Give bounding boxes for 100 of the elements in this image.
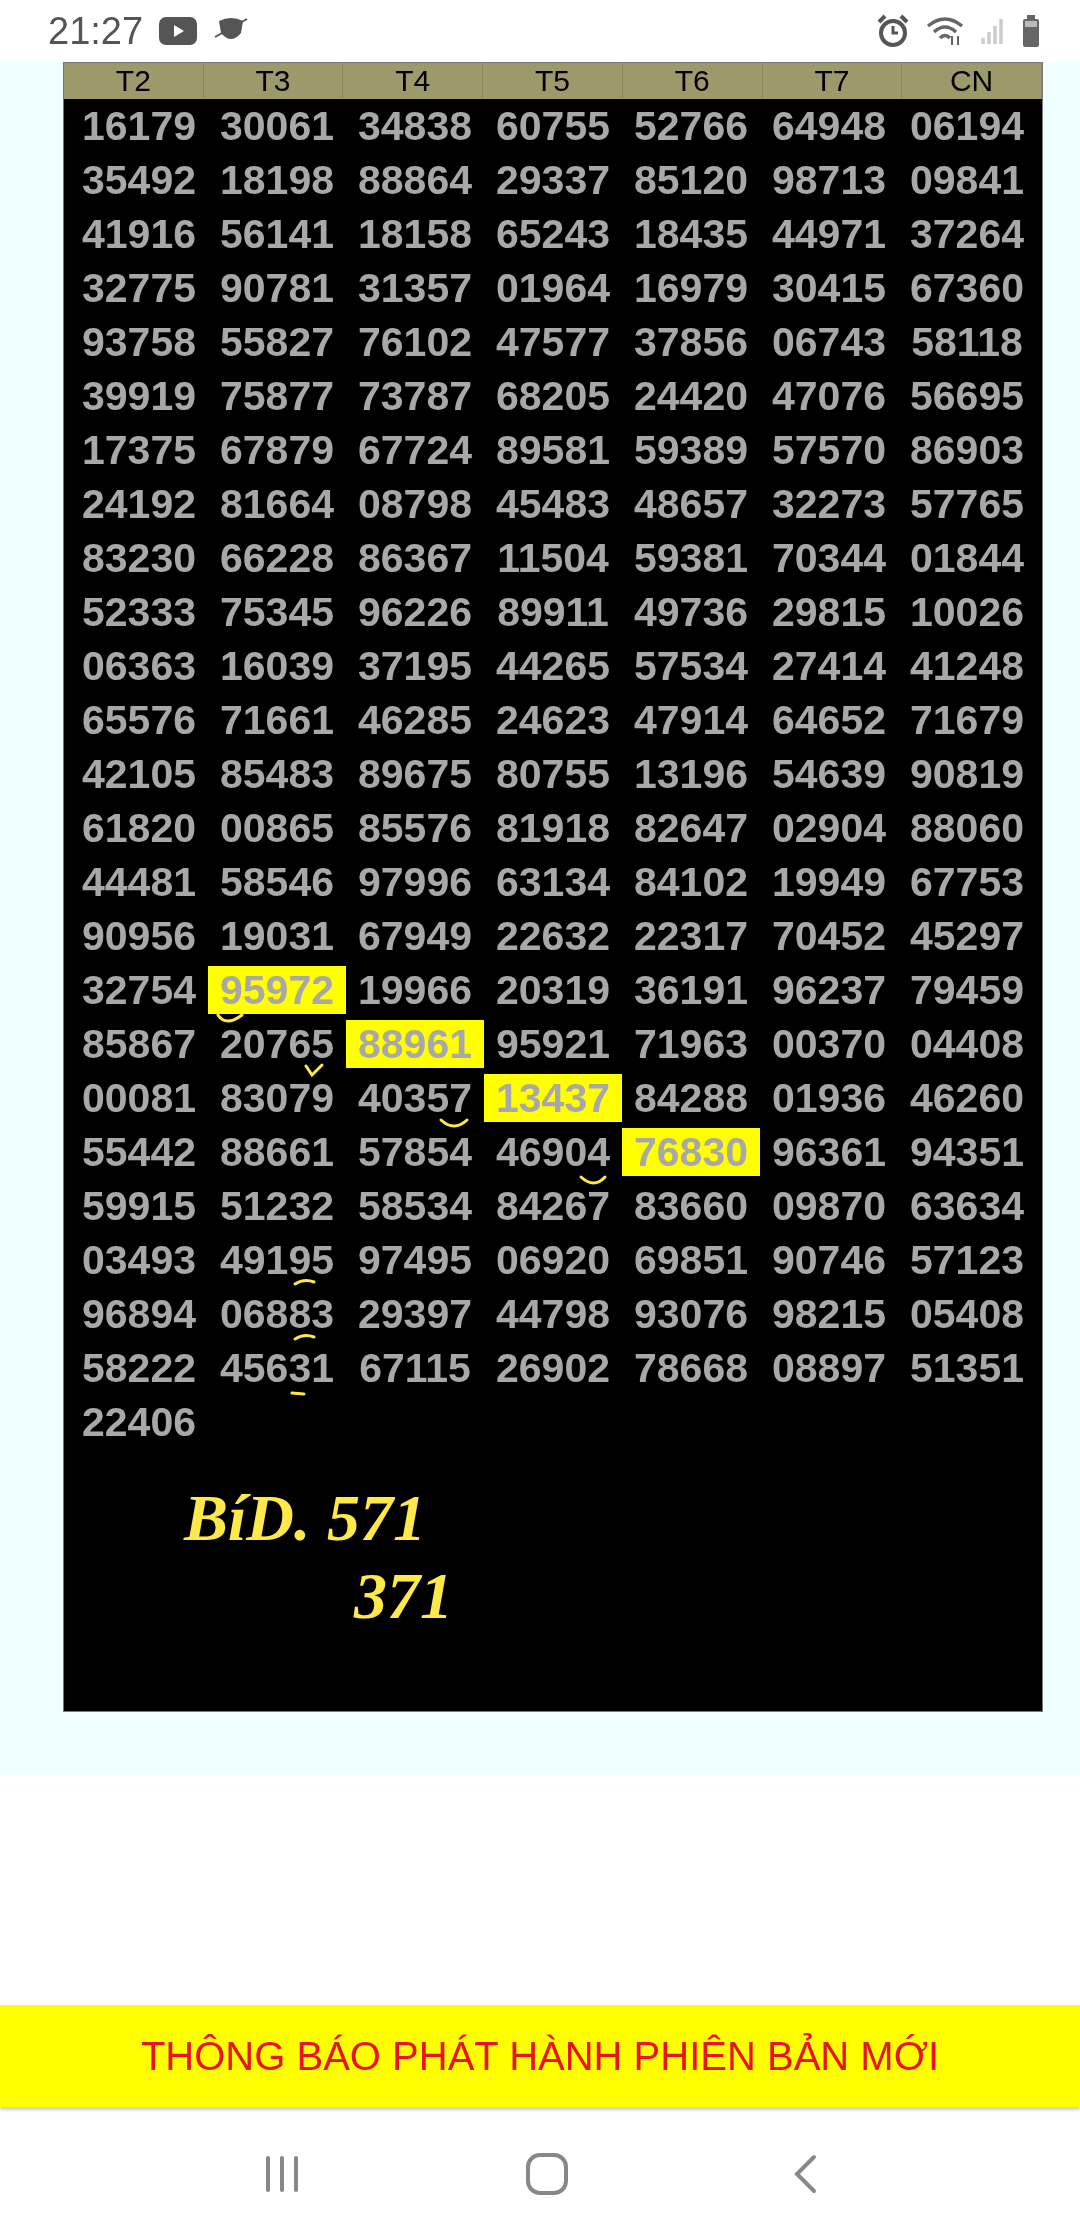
number-cell-text: 45631: [219, 1348, 335, 1388]
number-cell-text: 18198: [219, 160, 335, 200]
handwritten-note: BíD. 571: [184, 1481, 427, 1554]
number-cell-text: 48657: [633, 484, 749, 524]
number-cell-text: 97495: [357, 1240, 473, 1280]
number-cell-text: 97996: [357, 862, 473, 902]
number-cell-text: 78668: [633, 1348, 749, 1388]
number-cell-text: 46260: [909, 1078, 1025, 1118]
number-cell-text: 63134: [495, 862, 611, 902]
battery-icon: [1022, 15, 1040, 47]
number-cell-text: 06194: [909, 106, 1025, 146]
number-cell-text: 20765: [219, 1024, 335, 1064]
number-cell-text: 83230: [81, 538, 197, 578]
number-cell-text: 27414: [771, 646, 887, 686]
number-cell-text: 46285: [357, 700, 473, 740]
number-cell-text: 44798: [495, 1294, 611, 1334]
number-cell-text: 00081: [81, 1078, 197, 1118]
number-cell-text: 88661: [219, 1132, 335, 1172]
number-cell-text: 68205: [495, 376, 611, 416]
number-cell-text: 94351: [909, 1132, 1025, 1172]
number-cell-text: 09841: [909, 160, 1025, 200]
number-cell-text: 03493: [81, 1240, 197, 1280]
number-cell-text: 01844: [909, 538, 1025, 578]
number-cell-text: 73787: [357, 376, 473, 416]
number-cell-text: 37856: [633, 322, 749, 362]
number-cell-text: 57534: [633, 646, 749, 686]
number-cell-text: 57123: [909, 1240, 1025, 1280]
number-cell-text: 36191: [633, 970, 749, 1010]
number-cell-text: 19031: [219, 916, 335, 956]
number-cell-text: 81664: [219, 484, 335, 524]
number-cell-text: 41248: [909, 646, 1025, 686]
number-cell-text: 58534: [357, 1186, 473, 1226]
highlighted-number: 76830: [622, 1128, 760, 1176]
number-cell-text: 81918: [495, 808, 611, 848]
number-cell-text: 56695: [909, 376, 1025, 416]
clock-time: 21:27: [48, 8, 144, 54]
number-cell-text: 67753: [909, 862, 1025, 902]
number-cell-text: 67879: [219, 430, 335, 470]
number-cell-text: 32754: [81, 970, 197, 1010]
announcement-banner[interactable]: THÔNG BÁO PHÁT HÀNH PHIÊN BẢN MỚI: [0, 2005, 1080, 2107]
home-icon[interactable]: [525, 2151, 569, 2196]
number-cell-text: 70452: [771, 916, 887, 956]
column-header: T5: [483, 63, 623, 99]
number-cell-text: 42105: [81, 754, 197, 794]
number-cell-text: 69851: [633, 1240, 749, 1280]
number-cell-text: 67360: [909, 268, 1025, 308]
number-cell-text: 13196: [633, 754, 749, 794]
number-cell-text: 71963: [633, 1024, 749, 1064]
highlighted-number: 95972: [208, 966, 346, 1014]
number-cell-text: 67949: [357, 916, 473, 956]
number-cell-text: 44265: [495, 646, 611, 686]
pen-mark: [293, 1333, 316, 1341]
number-cell-text: 79459: [909, 970, 1025, 1010]
number-cell-text: 18158: [357, 214, 473, 254]
number-cell-text: 31357: [357, 268, 473, 308]
number-cell-text: 45297: [909, 916, 1025, 956]
number-cell-text: 58222: [81, 1348, 197, 1388]
number-cell-text: 89675: [357, 754, 473, 794]
number-cell-text: 57854: [357, 1132, 473, 1172]
number-cell-text: 84267: [495, 1186, 611, 1226]
number-cell-text: 46904: [495, 1132, 611, 1172]
number-cell-text: 59381: [633, 538, 749, 578]
number-cell-text: 32775: [81, 268, 197, 308]
number-cell-text: 75345: [219, 592, 335, 632]
number-cell-text: 29397: [357, 1294, 473, 1334]
number-cell-text: 11504: [496, 538, 610, 578]
number-cell-text: 00865: [219, 808, 335, 848]
highlighted-number: 13437: [484, 1074, 622, 1122]
number-cell-text: 08897: [771, 1348, 887, 1388]
number-cell-text: 59915: [81, 1186, 197, 1226]
number-cell-text: 41916: [81, 214, 197, 254]
number-cell-text: 98713: [771, 160, 887, 200]
number-cell-text: 22632: [495, 916, 611, 956]
number-cell-text: 01936: [771, 1078, 887, 1118]
number-cell-text: 63634: [909, 1186, 1025, 1226]
back-icon[interactable]: [792, 2153, 819, 2194]
number-cell-text: 35492: [81, 160, 197, 200]
number-cell-text: 82647: [633, 808, 749, 848]
number-cell-text: 75877: [219, 376, 335, 416]
number-cell-text: 65576: [81, 700, 197, 740]
number-cell-text: 89911: [496, 592, 610, 632]
column-header: T2: [64, 63, 204, 99]
number-cell-text: 98215: [771, 1294, 887, 1334]
number-cell-text: 29337: [495, 160, 611, 200]
number-cell-text: 56141: [219, 214, 335, 254]
number-cell-text: 90746: [771, 1240, 887, 1280]
number-cell-text: 40357: [357, 1078, 473, 1118]
number-cell-text: 95921: [495, 1024, 611, 1064]
pen-mark: [216, 1013, 244, 1023]
number-cell-text: 71679: [909, 700, 1025, 740]
number-cell-text: 93758: [81, 322, 197, 362]
number-cell-text: 54639: [771, 754, 887, 794]
number-cell-text: 86367: [357, 538, 473, 578]
pen-mark: [579, 1175, 607, 1185]
number-cell-text: 58118: [910, 322, 1024, 362]
pen-mark: [439, 1118, 469, 1128]
number-cell-text: 16979: [633, 268, 749, 308]
number-cell-text: 80755: [495, 754, 611, 794]
number-cell-text: 18435: [633, 214, 749, 254]
number-cell-text: 67115: [358, 1348, 472, 1388]
